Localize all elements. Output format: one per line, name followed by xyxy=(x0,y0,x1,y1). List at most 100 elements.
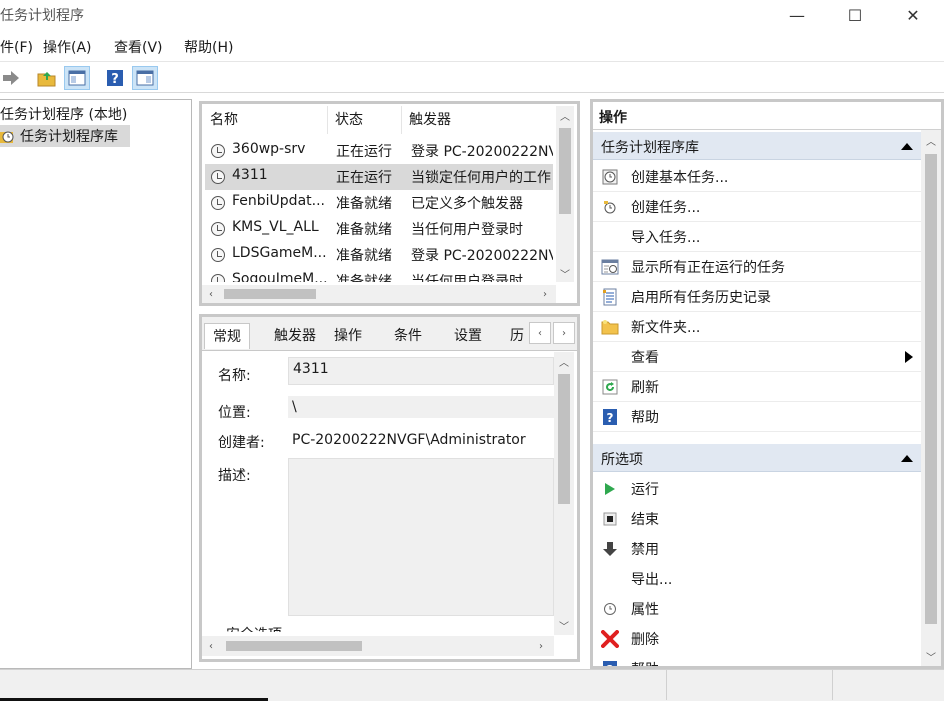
close-button[interactable]: ✕ xyxy=(890,0,936,30)
scroll-thumb[interactable] xyxy=(559,128,571,214)
action-enable-history[interactable]: 启用所有任务历史记录 xyxy=(593,282,921,312)
description-field[interactable] xyxy=(288,458,554,616)
action-view[interactable]: 查看 xyxy=(593,342,921,372)
table-row[interactable]: LDSGameM... 准备就绪 登录 PC-20200222NV xyxy=(205,242,553,268)
tab-settings[interactable]: 设置 xyxy=(446,323,490,349)
folder-icon xyxy=(601,318,619,336)
svg-text:?: ? xyxy=(111,72,119,87)
task-clock-icon xyxy=(211,144,225,158)
action-help[interactable]: ? 帮助 xyxy=(593,402,921,432)
up-folder-button[interactable] xyxy=(34,66,60,90)
menu-file[interactable]: ‌件(F) xyxy=(0,37,33,57)
group-header-selected[interactable]: 所选项 xyxy=(593,444,921,472)
scroll-down-arrow-icon[interactable]: ﹀ xyxy=(556,264,574,282)
column-header-trigger[interactable]: 触发器 xyxy=(409,109,451,129)
action-export[interactable]: 导出... xyxy=(593,564,921,594)
create-basic-task-icon xyxy=(601,168,619,186)
forward-button[interactable] xyxy=(0,66,24,90)
task-clock-icon xyxy=(211,274,225,282)
maximize-button[interactable]: ☐ xyxy=(832,0,878,30)
detail-hscrollbar[interactable]: ‹ › xyxy=(202,636,554,656)
tree-item-library[interactable]: 任务计划程序库 xyxy=(0,125,130,147)
tab-triggers[interactable]: 触发器 xyxy=(266,323,324,349)
location-field: \ xyxy=(288,396,554,418)
show-hide-tree-button[interactable] xyxy=(64,66,90,90)
scroll-up-arrow-icon[interactable]: ︿ xyxy=(556,106,574,124)
description-label: 描述: xyxy=(218,468,251,484)
action-show-running[interactable]: 显示所有正在运行的任务 xyxy=(593,252,921,282)
tab-actions[interactable]: 操作 xyxy=(326,323,370,349)
action-create-task[interactable]: 创建任务... xyxy=(593,192,921,222)
scroll-left-arrow-icon[interactable]: ‹ xyxy=(202,636,220,656)
tab-conditions[interactable]: 条件 xyxy=(386,323,430,349)
scroll-down-arrow-icon[interactable]: ﹀ xyxy=(921,646,941,666)
group-header-library-label: 任务计划程序库 xyxy=(601,140,699,156)
action-help-selected[interactable]: ? 帮助 xyxy=(593,654,921,666)
action-import-task[interactable]: 导入任务... xyxy=(593,222,921,252)
task-trigger: 已定义多个触发器 xyxy=(411,196,523,212)
action-properties[interactable]: 属性 xyxy=(593,594,921,624)
column-divider[interactable] xyxy=(327,106,328,134)
scroll-thumb[interactable] xyxy=(558,374,570,504)
tree-root[interactable]: 任务计划程序 (本地) xyxy=(0,104,127,124)
action-label: 创建基本任务... xyxy=(631,170,729,186)
scroll-thumb[interactable] xyxy=(925,154,937,624)
group-header-library[interactable]: 任务计划程序库 xyxy=(593,132,921,160)
task-status: 正在运行 xyxy=(336,170,392,186)
actions-title: 操作 xyxy=(599,110,627,126)
detail-tabs: 常规 触发器 操作 条件 设置 历 ‹ › xyxy=(202,317,577,351)
history-icon xyxy=(601,288,619,306)
scroll-up-arrow-icon[interactable]: ︿ xyxy=(554,352,574,370)
tab-general[interactable]: 常规 xyxy=(204,323,250,349)
tab-history[interactable]: 历 xyxy=(506,323,530,349)
table-row[interactable]: FenbiUpdat... 准备就绪 已定义多个触发器 xyxy=(205,190,553,216)
action-refresh[interactable]: 刷新 xyxy=(593,372,921,402)
minimize-icon: — xyxy=(789,5,805,25)
task-name: SogouImeM... xyxy=(232,271,328,282)
column-divider[interactable] xyxy=(401,106,402,134)
forward-arrow-icon xyxy=(3,71,19,85)
column-header-status[interactable]: 状态 xyxy=(335,109,363,129)
task-list-body: 360wp-srv 正在运行 登录 PC-20200222NV 4311 正在运… xyxy=(202,136,553,282)
action-delete[interactable]: 删除 xyxy=(593,624,921,654)
task-status: 准备就绪 xyxy=(336,222,392,238)
scroll-right-arrow-icon[interactable]: › xyxy=(536,285,554,303)
table-row[interactable]: 360wp-srv 正在运行 登录 PC-20200222NV xyxy=(205,138,553,164)
task-list-hscrollbar[interactable]: ‹ › xyxy=(202,285,556,303)
action-disable[interactable]: 禁用 xyxy=(593,534,921,564)
menu-help[interactable]: 帮助(H) xyxy=(184,37,233,57)
tab-scroll-right-icon[interactable]: › xyxy=(553,322,575,344)
action-run[interactable]: 运行 xyxy=(593,474,921,504)
scroll-right-arrow-icon[interactable]: › xyxy=(532,636,550,656)
action-new-folder[interactable]: 新文件夹... xyxy=(593,312,921,342)
scroll-up-arrow-icon[interactable]: ︿ xyxy=(921,130,941,150)
tab-scroll-left-icon[interactable]: ‹ xyxy=(529,322,551,344)
action-label: 显示所有正在运行的任务 xyxy=(631,260,785,276)
help-icon: ? xyxy=(107,70,123,87)
detail-vscrollbar[interactable]: ︿ ﹀ xyxy=(554,352,574,635)
run-icon xyxy=(601,480,619,498)
action-label: 查看 xyxy=(631,350,659,366)
action-end[interactable]: 结束 xyxy=(593,504,921,534)
scroll-thumb[interactable] xyxy=(226,641,362,651)
menu-view[interactable]: 查看(V) xyxy=(114,37,163,57)
scroll-thumb[interactable] xyxy=(224,289,316,299)
maximize-icon: ☐ xyxy=(847,5,863,25)
task-name: 360wp-srv xyxy=(232,141,306,157)
action-create-basic-task[interactable]: 创建基本任务... xyxy=(593,162,921,192)
actions-vscrollbar[interactable]: ︿ ﹀ xyxy=(921,130,941,666)
minimize-button[interactable]: — xyxy=(774,0,820,30)
scroll-down-arrow-icon[interactable]: ﹀ xyxy=(554,616,574,634)
column-header-name[interactable]: 名称 xyxy=(210,109,238,129)
scroll-left-arrow-icon[interactable]: ‹ xyxy=(202,285,220,303)
task-list-vscrollbar[interactable]: ︿ ﹀ xyxy=(556,106,574,282)
help-toolbar-button[interactable]: ? xyxy=(102,66,128,90)
table-row[interactable]: KMS_VL_ALL 准备就绪 当任何用户登录时 xyxy=(205,216,553,242)
show-action-pane-button[interactable] xyxy=(132,66,158,90)
name-field[interactable]: 4311 xyxy=(288,357,554,385)
table-row[interactable]: SogouImeM... 准备就绪 当任何用户登录时 xyxy=(205,268,553,282)
status-divider xyxy=(832,670,833,700)
menu-action[interactable]: 操作(A) xyxy=(43,37,92,57)
status-bar xyxy=(0,669,944,701)
table-row-selected[interactable]: 4311 正在运行 当锁定任何用户的工作 xyxy=(205,164,553,190)
